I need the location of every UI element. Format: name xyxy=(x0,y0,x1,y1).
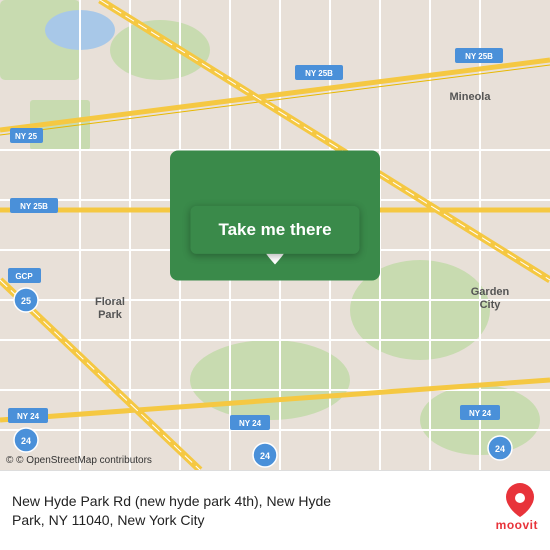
osm-text: © OpenStreetMap contributors xyxy=(16,455,152,466)
svg-text:25: 25 xyxy=(21,296,31,306)
take-me-there-button[interactable]: Take me there xyxy=(190,206,359,254)
footer: New Hyde Park Rd (new hyde park 4th), Ne… xyxy=(0,470,550,550)
map-container: NY 25B NY 25B NY 25B NY 25 GCP NY 24 NY … xyxy=(0,0,550,470)
svg-text:NY 25B: NY 25B xyxy=(20,202,48,211)
address-text: New Hyde Park Rd (new hyde park 4th), Ne… xyxy=(12,492,538,528)
svg-text:NY 24: NY 24 xyxy=(469,409,492,418)
svg-text:Park: Park xyxy=(98,309,123,321)
svg-text:NY 24: NY 24 xyxy=(17,412,40,421)
svg-text:Mineola: Mineola xyxy=(450,91,492,103)
moovit-icon xyxy=(502,482,538,518)
osm-copyright: © © OpenStreetMap contributors xyxy=(6,455,152,466)
svg-text:NY 25: NY 25 xyxy=(15,132,38,141)
moovit-logo: moovit xyxy=(496,482,538,532)
svg-text:24: 24 xyxy=(21,436,31,446)
address-line1: New Hyde Park Rd (new hyde park 4th), Ne… xyxy=(12,492,538,510)
svg-text:NY 25B: NY 25B xyxy=(465,52,493,61)
svg-text:Floral: Floral xyxy=(95,296,125,308)
svg-text:City: City xyxy=(480,299,502,311)
svg-text:GCP: GCP xyxy=(15,272,33,281)
svg-text:Garden: Garden xyxy=(471,286,510,298)
moovit-text: moovit xyxy=(496,518,538,532)
copyright-symbol: © xyxy=(6,455,13,466)
svg-text:NY 25B: NY 25B xyxy=(305,69,333,78)
address-line2: Park, NY 11040, New York City xyxy=(12,511,538,529)
svg-text:24: 24 xyxy=(495,444,505,454)
svg-text:NY 24: NY 24 xyxy=(239,419,262,428)
svg-text:24: 24 xyxy=(260,451,270,461)
location-banner: Take me there xyxy=(170,151,380,281)
